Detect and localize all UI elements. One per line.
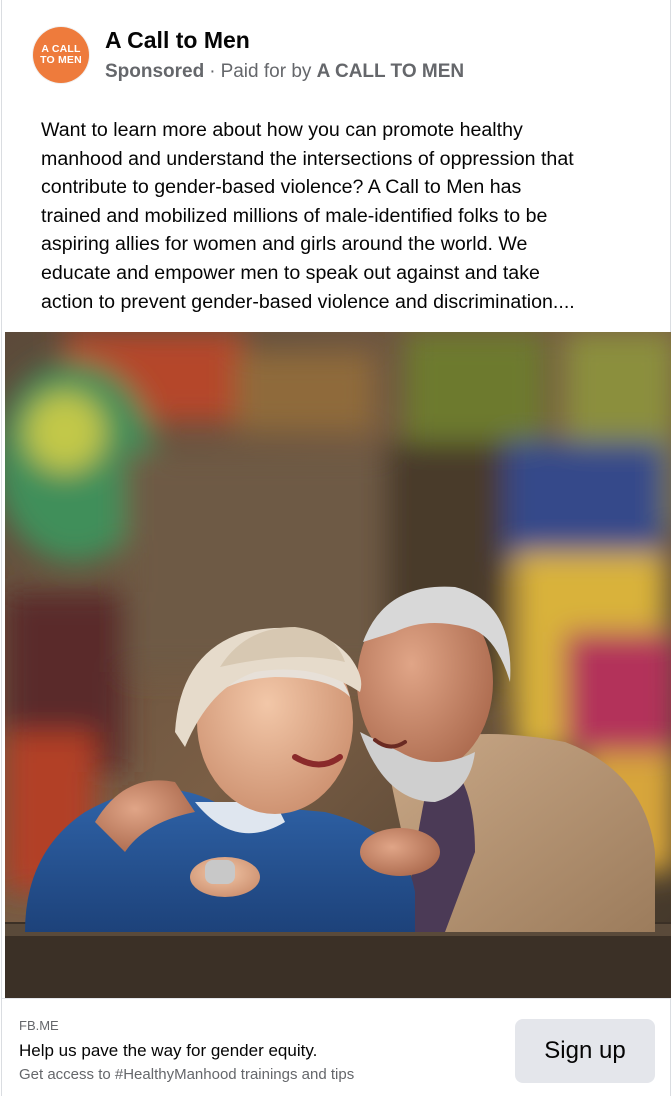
- post-text-line: Want to learn more about how you can pro…: [41, 119, 523, 141]
- separator-dot: ·: [209, 61, 216, 82]
- page-name-link[interactable]: A Call to Men: [105, 26, 250, 54]
- paid-for-prefix: Paid for by: [220, 61, 312, 82]
- post-text-line: trained and mobilized millions of male-i…: [41, 204, 548, 227]
- post-text-line: action to prevent gender-based violence …: [41, 290, 575, 313]
- post-header: A CALL TO MEN A Call to Men Sponsored · Pa…: [2, 0, 670, 100]
- post-text-line: educate and empower men to speak out aga…: [41, 261, 540, 284]
- link-description: Get access to #HealthyManhood trainings …: [19, 1066, 355, 1083]
- ad-photo[interactable]: [5, 332, 671, 998]
- sponsored-line: Sponsored · Paid for by A CALL TO MEN: [105, 60, 464, 84]
- post-text-line: aspiring allies for women and girls arou…: [41, 233, 528, 256]
- link-domain: FB.ME: [19, 1018, 59, 1033]
- page-avatar[interactable]: A CALL TO MEN: [33, 27, 89, 83]
- link-preview-footer[interactable]: FB.ME Help us pave the way for gender eq…: [2, 998, 670, 1096]
- sign-up-button[interactable]: Sign up: [515, 1019, 655, 1083]
- sponsored-label[interactable]: Sponsored: [105, 61, 204, 82]
- link-title[interactable]: Help us pave the way for gender equity.: [19, 1040, 317, 1062]
- avatar-logo-line-2: TO MEN: [40, 54, 82, 66]
- post-text-line: manhood and understand the intersections…: [41, 147, 574, 170]
- sponsored-post-card: A CALL TO MEN A Call to Men Sponsored · Pa…: [1, 0, 671, 1096]
- paid-for-name[interactable]: A CALL TO MEN: [317, 61, 464, 82]
- post-text-line: contribute to gender-based violence? A C…: [41, 176, 522, 199]
- post-body-text: Want to learn more about how you can pro…: [41, 116, 651, 316]
